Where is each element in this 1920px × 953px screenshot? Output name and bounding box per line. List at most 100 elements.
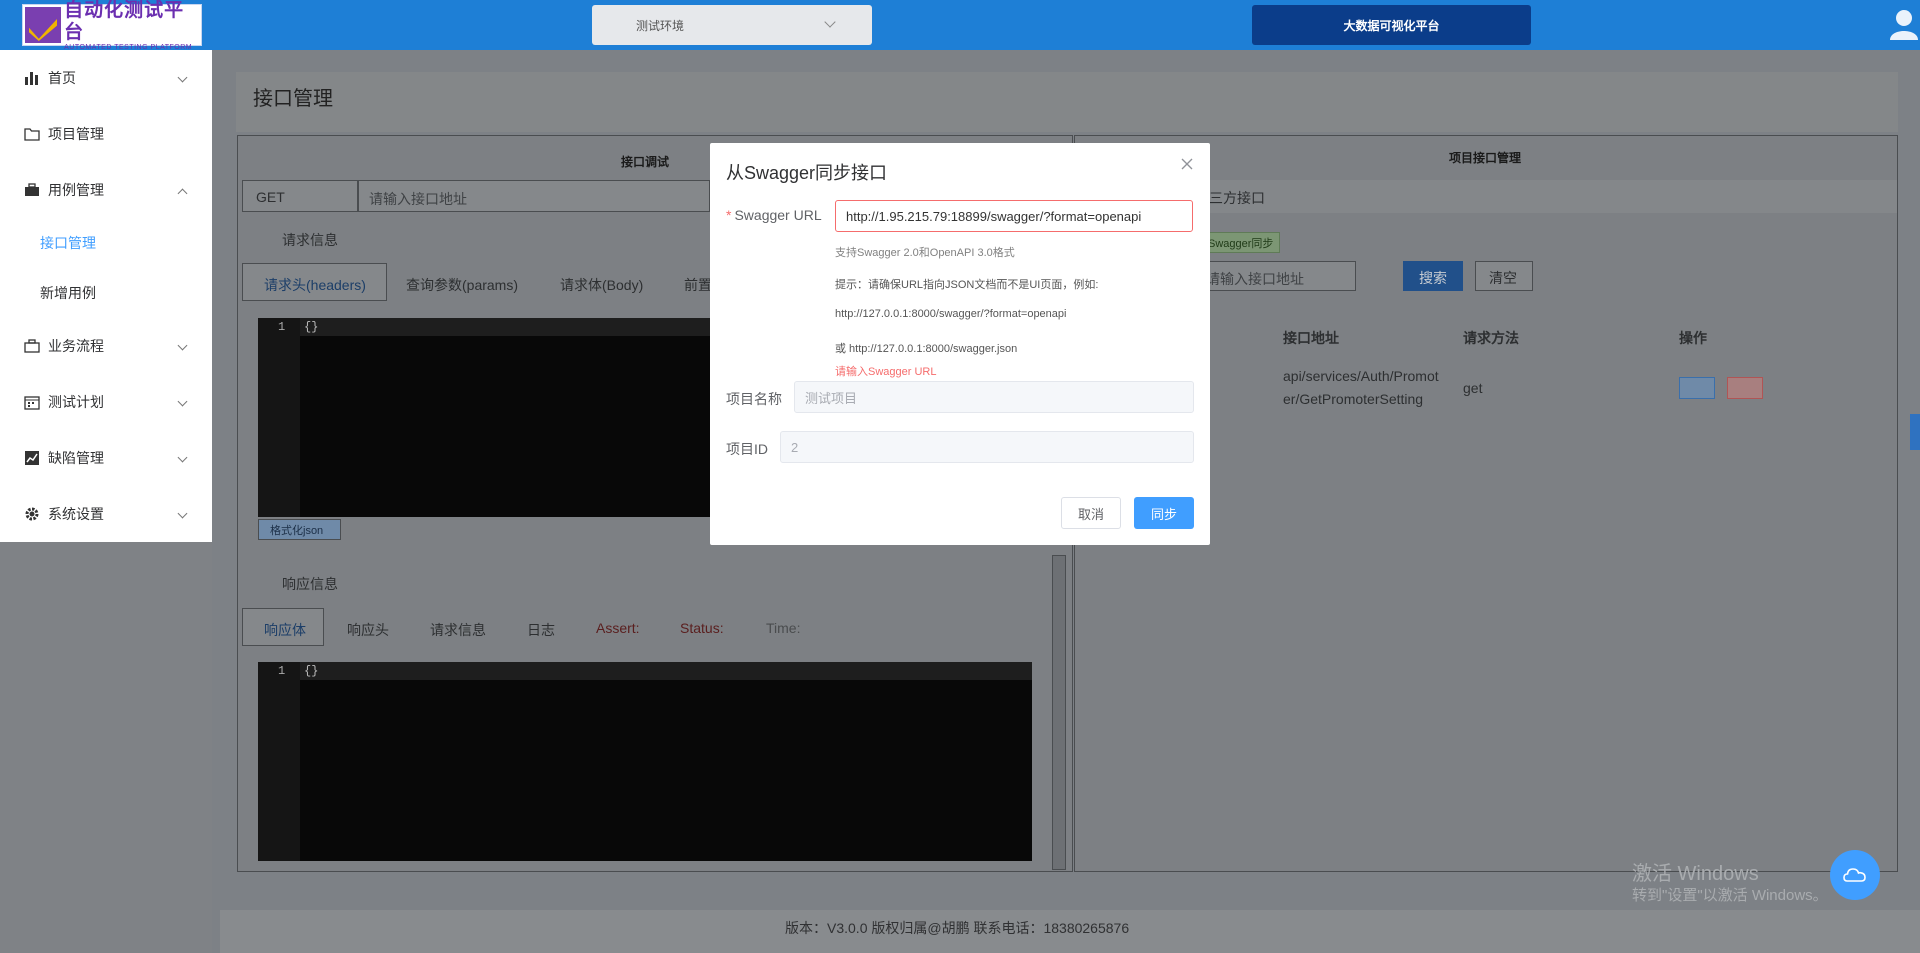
request-section-label: 请求信息 [282,232,338,248]
sidebar-item-business-flow[interactable]: 业务流程 [0,318,212,374]
editor-code: {} [304,320,319,334]
sidebar-item-home[interactable]: 首页 [0,50,212,106]
line-number: 1 [278,320,286,334]
swagger-sync-tag-label: Swagger同步 [1208,238,1274,250]
row-url-line2: er/GetPromoterSetting [1283,391,1424,407]
swagger-url-input[interactable]: http://1.95.215.79:18899/swagger/?format… [835,200,1193,232]
user-avatar-icon[interactable] [1888,8,1920,42]
chevron-up-icon [177,188,188,199]
project-search-placeholder: 请输入接口地址 [1206,271,1304,287]
page-header-panel [236,72,1898,132]
scrollbar[interactable] [1052,555,1066,870]
chevron-down-icon [824,16,836,28]
chevron-down-icon [177,396,188,407]
project-id-label: 项目ID [726,441,768,457]
sidebar-item-label: 项目管理 [48,126,104,142]
api-debug-title: 接口调试 [621,155,670,169]
sidebar-item-label: 缺陷管理 [48,450,104,466]
tab-headers-label: 请求头(headers) [264,277,366,293]
sync-button[interactable]: 同步 [1134,497,1194,529]
environment-select-value: 测试环境 [636,18,685,33]
cloud-icon [1843,868,1866,882]
tab-body[interactable]: 请求体(Body) [560,275,643,295]
tab-params[interactable]: 查询参数(params) [406,275,518,295]
briefcase-icon [25,183,39,196]
sidebar-subitem-api-management[interactable]: 接口管理 [0,218,212,268]
cancel-button[interactable]: 取消 [1061,497,1121,529]
sidebar-overlay [0,542,212,953]
row-method: get [1463,380,1483,396]
chevron-down-icon [177,508,188,519]
sidebar-item-label: 首页 [48,70,76,86]
sidebar-item-label: 用例管理 [48,182,104,198]
trend-chart-icon [25,451,39,465]
editor-code: {} [304,664,319,678]
tab-response-body-label: 响应体 [264,622,306,638]
project-id-input[interactable]: 2 [780,431,1194,463]
hint-tip: 提示：请确保URL指向JSON文档而不是UI页面，例如: [835,279,1099,291]
column-header-url: 接口地址 [1283,330,1339,346]
sidebar-item-defects[interactable]: 缺陷管理 [0,430,212,486]
chevron-down-icon [177,452,188,463]
tab-request-info[interactable]: 请求信息 [430,620,486,640]
line-number: 1 [278,664,286,678]
sidebar-item-settings[interactable]: 系统设置 [0,486,212,542]
clear-button-label: 清空 [1489,270,1517,286]
column-header-actions: 操作 [1679,330,1707,346]
dialog-title: 从Swagger同步接口 [726,163,888,183]
environment-select[interactable]: 测试环境 [592,5,872,45]
tab-response-headers[interactable]: 响应头 [347,620,389,640]
third-party-row[interactable] [1200,180,1897,213]
logo[interactable]: 自动化测试平台 AUTOMATED TESTING PLATFORM [22,0,202,51]
logo-icon [23,5,62,45]
sidebar-subitem-new-case[interactable]: 新增用例 [0,268,212,318]
page-title: 接口管理 [253,88,333,110]
swagger-url-label: * Swagger URL [726,207,822,223]
side-drawer-handle[interactable] [1910,414,1920,450]
response-section-label: 响应信息 [282,576,338,592]
delete-button[interactable] [1727,377,1763,399]
sidebar-item-test-plan[interactable]: 测试计划 [0,374,212,430]
tab-pre[interactable]: 前置 [684,275,712,295]
time-label: Time: [766,620,801,636]
sidebar: 首页 项目管理 用例管理 接口管理 新增用例 业务流程 测试计划 缺陷管理 系统… [0,50,212,542]
suitcase-icon [24,339,40,353]
sidebar-item-cases[interactable]: 用例管理 [0,162,212,218]
close-icon[interactable] [1180,157,1194,171]
url-error-message: 请输入Swagger URL [835,366,937,378]
response-code-editor[interactable]: 1 {} [258,662,1032,861]
project-api-title: 项目接口管理 [1449,151,1522,165]
bigdata-platform-button[interactable]: 大数据可视化平台 [1252,5,1531,45]
url-input-placeholder: 请输入接口地址 [369,191,467,207]
bar-chart-icon [25,72,38,85]
method-select-value: GET [256,189,285,205]
windows-watermark-line1: 激活 Windows [1632,863,1759,885]
chevron-down-icon [177,72,188,83]
tab-log[interactable]: 日志 [527,620,555,640]
top-header: 自动化测试平台 AUTOMATED TESTING PLATFORM 测试环境 … [0,0,1920,51]
column-header-method: 请求方法 [1463,330,1519,346]
hint-support: 支持Swagger 2.0和OpenAPI 3.0格式 [835,247,1015,259]
chevron-down-icon [177,340,188,351]
gear-icon [25,507,39,521]
sidebar-item-label: 系统设置 [48,506,104,522]
project-name-input[interactable]: 测试项目 [794,381,1194,413]
third-party-label: 三方接口 [1209,190,1265,206]
swagger-sync-dialog: 从Swagger同步接口 * Swagger URL http://1.95.21… [710,143,1210,545]
required-asterisk: * [726,207,732,223]
sidebar-item-projects[interactable]: 项目管理 [0,106,212,162]
hint-example-2: 或 http://127.0.0.1:8000/swagger.json [835,343,1018,355]
status-label: Status: [680,620,724,636]
sidebar-item-label: 测试计划 [48,394,104,410]
assert-label: Assert: [596,620,640,636]
calendar-icon [24,396,40,410]
folder-icon [24,128,40,141]
headers-code-editor[interactable]: 1 {} [258,318,710,517]
project-name-placeholder: 测试项目 [805,390,858,406]
footer-text: 版本：V3.0.0 版权归属@胡鹏 联系电话：18380265876 [785,920,1130,936]
windows-watermark-line2: 转到"设置"以激活 Windows。 [1632,887,1828,904]
floating-action-button[interactable] [1830,850,1880,900]
format-json-label: 格式化json [270,525,324,537]
edit-button[interactable] [1679,377,1715,399]
project-name-label: 项目名称 [726,391,782,407]
